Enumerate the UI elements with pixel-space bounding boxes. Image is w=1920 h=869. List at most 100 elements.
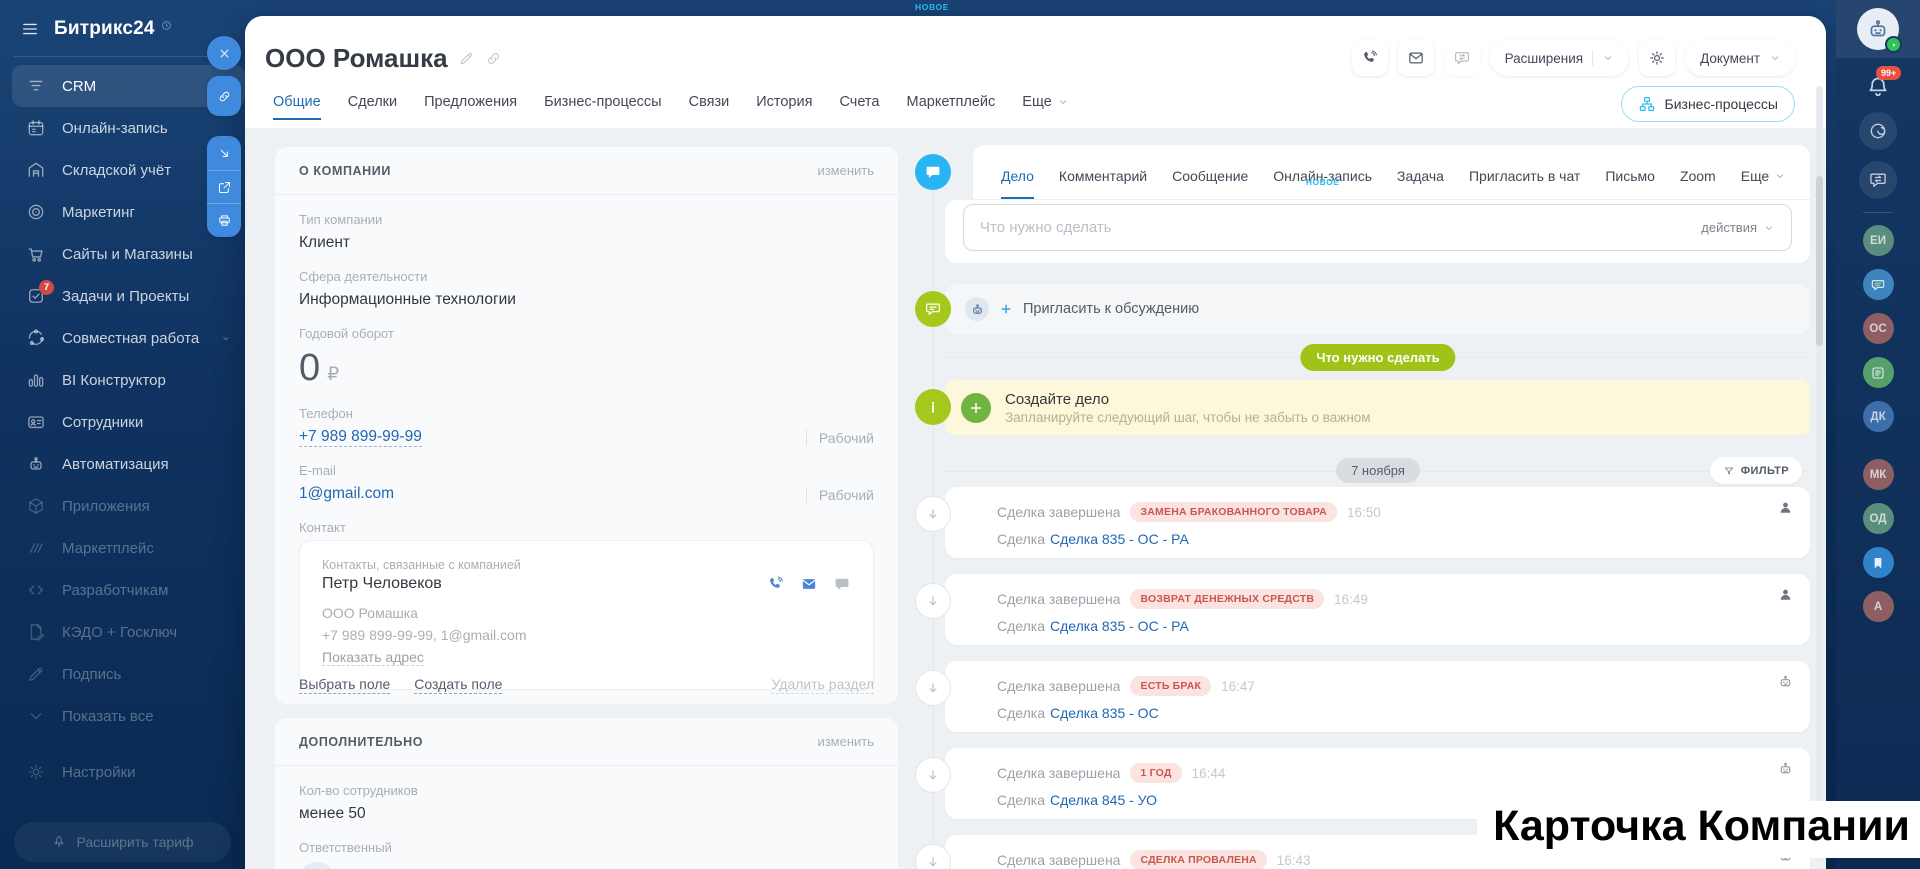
upgrade-tariff-button[interactable]: Расширить тариф [14, 822, 231, 862]
avatar-dk[interactable]: ДК [1863, 401, 1894, 432]
entry-expand-button[interactable] [915, 670, 951, 706]
news-avatar[interactable] [1863, 357, 1894, 388]
field: Сфера деятельностиИнформационные техноло… [299, 268, 874, 310]
open-new-window-button[interactable] [207, 170, 241, 203]
invite-to-discussion-row[interactable]: Пригласить к обсуждению [945, 284, 1810, 334]
call-button[interactable] [1352, 40, 1388, 76]
sidebar-item-apps[interactable]: Приложения [0, 485, 245, 527]
tab-связи[interactable]: Связи [689, 84, 730, 120]
sidebar-item-show-all[interactable]: Показать все [0, 695, 245, 737]
contact-chat-icon[interactable] [833, 575, 851, 593]
sidebar-item-developers[interactable]: Разработчикам [0, 569, 245, 611]
sidebar-item-kedo[interactable]: КЭДО + Госключ [0, 611, 245, 653]
tab-история[interactable]: История [756, 84, 812, 120]
chevron-down-icon [1763, 222, 1775, 234]
collapse-button[interactable] [207, 137, 241, 170]
edit-section-link[interactable]: изменить [817, 734, 874, 749]
contact-name[interactable]: Петр Человеков [322, 575, 442, 593]
delete-section-link[interactable]: Удалить раздел [771, 676, 874, 694]
contact-call-icon[interactable] [767, 575, 785, 593]
timeline-tab-онлайн-запись[interactable]: НОВОЕОнлайн-запись [1273, 168, 1372, 199]
sidebar-item-marketplace[interactable]: Маркетплейс [0, 527, 245, 569]
menu-icon[interactable] [20, 19, 40, 39]
todo-input[interactable]: Что нужно сделать действия [963, 204, 1792, 251]
sidebar-item-label: Задачи и Проекты [62, 288, 189, 305]
tab-бизнес-процессы[interactable]: Бизнес-процессы [544, 84, 662, 120]
timeline-tab-задача[interactable]: Задача [1397, 168, 1444, 199]
tab-маркетплейс[interactable]: Маркетплейс [906, 84, 995, 120]
sidebar-item-sites[interactable]: Сайты и Магазины [0, 233, 245, 275]
avatar-os[interactable]: ОС [1863, 313, 1894, 344]
sidebar-item-bi[interactable]: BI Конструктор [0, 359, 245, 401]
entry-deal-link[interactable]: Сделка 845 - УО [1050, 792, 1157, 808]
timeline-tab-zoom[interactable]: Zoom [1680, 168, 1716, 199]
avatar-a[interactable]: А [1863, 591, 1894, 622]
settings-button[interactable] [1639, 40, 1675, 76]
chat-avatar[interactable] [1863, 269, 1894, 300]
sidebar-item-collab[interactable]: Совместная работа [0, 317, 245, 359]
timeline-tab-пригласить в чат[interactable]: Пригласить в чат [1469, 168, 1580, 199]
tab-счета[interactable]: Счета [839, 84, 879, 120]
copy-link-button[interactable] [207, 76, 241, 116]
select-field-link[interactable]: Выбрать поле [299, 676, 390, 694]
show-address-link[interactable]: Показать адрес [322, 649, 424, 666]
close-slider-button[interactable] [207, 36, 241, 70]
entry-deal-link[interactable]: Сделка 835 - ОС - РА [1050, 618, 1189, 634]
bookmark-avatar[interactable] [1863, 547, 1894, 578]
business-processes-button[interactable]: Бизнес-процессы [1621, 86, 1795, 122]
edit-section-link[interactable]: изменить [817, 163, 874, 178]
notifications-button[interactable]: 99+ [1865, 74, 1891, 100]
avatar-ei[interactable]: ЕИ [1863, 225, 1894, 256]
timeline-scrollbar[interactable] [1816, 86, 1823, 861]
entry-expand-button[interactable] [915, 757, 951, 793]
sidebar-item-sign[interactable]: Подпись [0, 653, 245, 695]
sidebar-item-tasks[interactable]: 7Задачи и Проекты [0, 275, 245, 317]
scrollbar-thumb[interactable] [1816, 176, 1823, 346]
contact-mail-icon[interactable] [800, 575, 818, 593]
brand-logo[interactable]: Битрикс24 [54, 18, 155, 40]
chat-transfer-button[interactable] [1859, 161, 1897, 199]
user-avatar[interactable] [1857, 8, 1899, 50]
actions-dropdown[interactable]: действия [1701, 220, 1775, 235]
timeline-entry[interactable]: Сделка завершенаЕСТЬ БРАК16:47СделкаСдел… [945, 661, 1810, 732]
document-dropdown[interactable]: Документ [1685, 40, 1796, 76]
copy-title-link-icon[interactable] [485, 50, 502, 67]
responsible-avatar[interactable] [299, 862, 335, 869]
copilot-button[interactable] [1859, 112, 1897, 150]
sync-button[interactable] [1444, 40, 1480, 76]
timeline-tab-письмо[interactable]: Письмо [1605, 168, 1655, 199]
timeline-entry[interactable]: Сделка завершенаВОЗВРАТ ДЕНЕЖНЫХ СРЕДСТВ… [945, 574, 1810, 645]
tab-предложения[interactable]: Предложения [424, 84, 517, 120]
extensions-dropdown[interactable]: Расширения [1490, 40, 1630, 76]
sidebar-item-automation[interactable]: Автоматизация [0, 443, 245, 485]
timeline-tab-дело[interactable]: Дело [1001, 168, 1034, 199]
tab-сделки[interactable]: Сделки [348, 84, 397, 120]
entry-expand-button[interactable] [915, 496, 951, 532]
sidebar-item-label: Маркетинг [62, 204, 135, 221]
field-label: E-mail [299, 462, 394, 479]
filter-button[interactable]: ФИЛЬТР [1710, 457, 1802, 484]
timeline-tab-сообщение[interactable]: Сообщение [1172, 168, 1248, 199]
entry-expand-button[interactable] [915, 583, 951, 619]
avatar-od[interactable]: ОД [1863, 503, 1894, 534]
tab-еще[interactable]: Еще [1022, 84, 1069, 120]
edit-title-icon[interactable] [458, 50, 475, 67]
contact-card[interactable]: Контакты, связанные с компанией Петр Чел… [299, 540, 874, 690]
timeline-tab-комментарий[interactable]: Комментарий [1059, 168, 1147, 199]
field-link[interactable]: +7 989 899-99-99 [299, 428, 422, 447]
timeline-entry[interactable]: Сделка завершенаЗАМЕНА БРАКОВАННОГО ТОВА… [945, 487, 1810, 558]
todo-pill[interactable]: Что нужно сделать [1300, 344, 1455, 371]
entry-deal-link[interactable]: Сделка 835 - ОС [1050, 705, 1159, 721]
email-button[interactable] [1398, 40, 1434, 76]
sidebar-item-employees[interactable]: Сотрудники [0, 401, 245, 443]
add-task-button[interactable] [961, 393, 991, 423]
tab-общие[interactable]: Общие [273, 84, 321, 120]
entry-deal-link[interactable]: Сделка 835 - ОС - РА [1050, 531, 1189, 547]
entry-time: 16:50 [1347, 505, 1381, 520]
print-button[interactable] [207, 203, 241, 236]
field-link[interactable]: 1@gmail.com [299, 485, 394, 502]
timeline-tab-еще[interactable]: Еще [1741, 168, 1787, 199]
create-field-link[interactable]: Создать поле [414, 676, 502, 694]
sidebar-item-settings[interactable]: Настройки [0, 751, 245, 793]
avatar-mk[interactable]: МК [1863, 459, 1894, 490]
